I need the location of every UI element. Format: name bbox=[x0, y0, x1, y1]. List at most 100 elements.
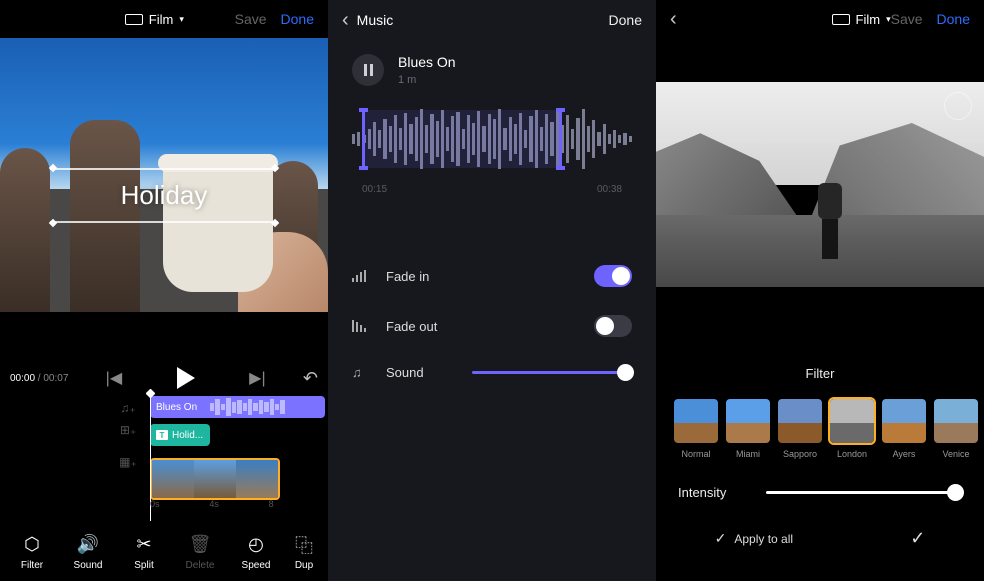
prev-button[interactable]: |◀ bbox=[106, 368, 122, 388]
fade-in-icon bbox=[352, 270, 372, 282]
editor-top-bar: Film ▾ Save Done bbox=[0, 0, 328, 38]
fade-out-toggle[interactable] bbox=[594, 315, 632, 337]
filter-tool[interactable]: ⬡Filter bbox=[4, 534, 60, 571]
speed-tool[interactable]: ◴Speed bbox=[228, 534, 284, 571]
waveform-times: 00:15 00:38 bbox=[328, 178, 656, 195]
done-button[interactable]: Done bbox=[937, 11, 970, 27]
waveform[interactable] bbox=[352, 106, 632, 172]
intensity-row: Intensity bbox=[656, 459, 984, 500]
title-overlay[interactable]: Holiday bbox=[50, 168, 278, 223]
wave-end-time: 00:38 bbox=[597, 184, 622, 195]
filter-thumb bbox=[934, 399, 978, 443]
filter-label: Ayers bbox=[893, 449, 916, 459]
music-lane-icon[interactable]: ♫₊ bbox=[120, 400, 136, 416]
confirm-button[interactable]: ✓ bbox=[910, 528, 925, 549]
filter-thumb bbox=[778, 399, 822, 443]
split-tool[interactable]: ✂Split bbox=[116, 534, 172, 571]
bottom-toolbar: ⬡Filter 🔊Sound ✂Split 🗑Delete ◴Speed ⿻Du… bbox=[0, 523, 328, 581]
back-button[interactable]: ‹ bbox=[342, 9, 349, 32]
filter-pane: ‹ Film ▾ Save Done Filter Normal Miami Sap… bbox=[656, 0, 984, 581]
aspect-label: Film bbox=[149, 12, 174, 27]
pause-icon bbox=[364, 64, 373, 76]
time-ruler: 0s 4s 8 bbox=[150, 499, 328, 513]
music-note-icon: ♫ bbox=[352, 365, 372, 380]
save-button[interactable]: Save bbox=[891, 11, 923, 27]
video-clip[interactable] bbox=[194, 460, 236, 498]
title-text: Holiday bbox=[50, 170, 278, 221]
preview-frame bbox=[656, 82, 984, 287]
filter-miami[interactable]: Miami bbox=[726, 399, 770, 459]
video-preview[interactable] bbox=[656, 38, 984, 336]
scissors-icon: ✂ bbox=[136, 534, 151, 556]
video-lane-icon[interactable]: ▦₊ bbox=[120, 454, 136, 470]
timeline[interactable]: ♫₊ ⊞₊ ▦₊ Blues On T Holid... 0s 4s 8 bbox=[0, 396, 328, 521]
filter-label: London bbox=[837, 449, 867, 459]
back-button[interactable]: ‹ bbox=[670, 8, 677, 31]
title-track[interactable]: T Holid... bbox=[150, 424, 210, 446]
editor-pane: Film ▾ Save Done Holiday 00:00 / 00:07 |… bbox=[0, 0, 328, 581]
title-lane-icon[interactable]: ⊞₊ bbox=[120, 422, 136, 438]
delete-tool[interactable]: 🗑Delete bbox=[172, 534, 228, 571]
fade-in-label: Fade in bbox=[386, 269, 429, 284]
video-preview[interactable]: Holiday bbox=[0, 38, 328, 312]
chevron-down-icon: ▾ bbox=[179, 14, 184, 25]
film-rect-icon bbox=[832, 14, 850, 25]
fade-out-row: Fade out bbox=[328, 301, 656, 351]
filter-label: Miami bbox=[736, 449, 760, 459]
aspect-selector[interactable]: Film ▾ bbox=[832, 12, 891, 27]
sound-tool[interactable]: 🔊Sound bbox=[60, 534, 116, 571]
done-button[interactable]: Done bbox=[281, 11, 314, 27]
video-track[interactable] bbox=[150, 458, 280, 500]
song-header: Blues On 1 m bbox=[328, 40, 656, 92]
apply-to-all-button[interactable]: ✓ Apply to all bbox=[715, 530, 793, 547]
undo-button[interactable]: ↶ bbox=[303, 368, 318, 389]
filter-venice[interactable]: Venice bbox=[934, 399, 978, 459]
waveform-selection[interactable] bbox=[362, 110, 562, 168]
filter-label: Venice bbox=[942, 449, 969, 459]
page-title: Music bbox=[357, 12, 609, 28]
filter-ayers[interactable]: Ayers bbox=[882, 399, 926, 459]
gauge-icon: ◴ bbox=[248, 534, 264, 556]
song-duration: 1 m bbox=[398, 74, 456, 86]
duplicate-icon: ⿻ bbox=[295, 534, 313, 556]
filter-list[interactable]: Normal Miami Sapporo London Ayers Venice bbox=[656, 381, 984, 459]
duplicate-tool[interactable]: ⿻Dup bbox=[284, 534, 324, 571]
wave-start-time: 00:15 bbox=[362, 184, 387, 195]
trash-icon: 🗑 bbox=[189, 534, 212, 556]
filter-sapporo[interactable]: Sapporo bbox=[778, 399, 822, 459]
clock-icon bbox=[944, 92, 972, 120]
music-track[interactable]: Blues On bbox=[150, 396, 325, 418]
filter-thumb bbox=[830, 399, 874, 443]
next-button[interactable]: ▶| bbox=[249, 368, 265, 388]
fade-in-toggle[interactable] bbox=[594, 265, 632, 287]
fade-out-icon bbox=[352, 320, 372, 332]
save-button[interactable]: Save bbox=[235, 11, 267, 27]
text-icon: T bbox=[156, 430, 168, 440]
sound-slider[interactable] bbox=[472, 371, 632, 374]
music-track-label: Blues On bbox=[156, 402, 197, 413]
video-clip[interactable] bbox=[152, 460, 194, 498]
filter-normal[interactable]: Normal bbox=[674, 399, 718, 459]
title-track-label: Holid... bbox=[172, 430, 203, 441]
sound-label: Sound bbox=[386, 365, 424, 380]
film-rect-icon bbox=[125, 14, 143, 25]
filter-top-bar: ‹ Film ▾ Save Done bbox=[656, 0, 984, 38]
sound-icon: 🔊 bbox=[77, 534, 99, 556]
song-name: Blues On bbox=[398, 54, 456, 70]
music-top-bar: ‹ Music Done bbox=[328, 0, 656, 40]
done-button[interactable]: Done bbox=[609, 12, 642, 28]
check-icon: ✓ bbox=[910, 528, 925, 549]
filter-thumb bbox=[726, 399, 770, 443]
intensity-slider[interactable] bbox=[766, 491, 962, 494]
video-clip[interactable] bbox=[236, 460, 278, 498]
filter-icon: ⬡ bbox=[24, 534, 40, 556]
pause-button[interactable] bbox=[352, 54, 384, 86]
section-title: Filter bbox=[656, 366, 984, 381]
filter-thumb bbox=[674, 399, 718, 443]
aspect-selector[interactable]: Film ▾ bbox=[125, 12, 184, 27]
play-button[interactable] bbox=[177, 367, 195, 389]
aspect-label: Film bbox=[856, 12, 881, 27]
filter-london[interactable]: London bbox=[830, 399, 874, 459]
fade-in-row: Fade in bbox=[328, 251, 656, 301]
timecode: 00:00 / 00:07 bbox=[10, 373, 68, 384]
